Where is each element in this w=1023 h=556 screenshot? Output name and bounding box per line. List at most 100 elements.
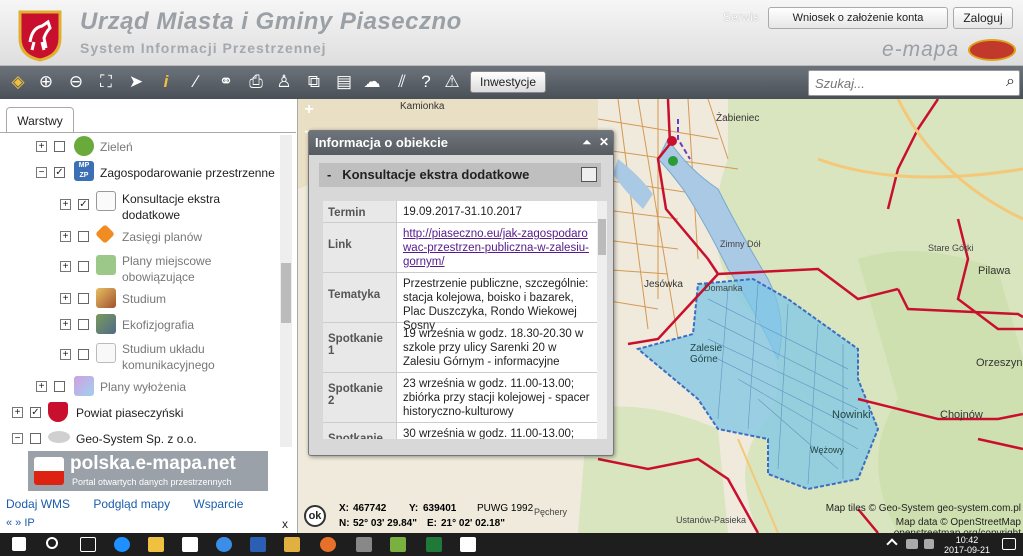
start-icon[interactable] — [12, 537, 26, 551]
layer-checkbox[interactable]: ✓ — [78, 199, 89, 210]
close-panel-icon[interactable]: x — [282, 517, 288, 531]
comment-icon[interactable]: ☁ — [360, 70, 384, 94]
ok-button[interactable]: ok — [304, 505, 326, 527]
system-clock[interactable]: 10:42 2017-09-21 — [944, 535, 990, 555]
layers-scrollbar[interactable] — [280, 135, 292, 447]
popup-scrollbar[interactable] — [597, 201, 607, 439]
expand-icon[interactable]: + — [60, 319, 71, 330]
hatching-icon[interactable]: ⫽ — [390, 70, 414, 94]
investments-button[interactable]: Inwestycje — [470, 71, 546, 93]
layer-item[interactable]: + Studium układu komunikacyjnego — [4, 341, 284, 373]
layer-item[interactable]: − Geo-System Sp. z o.o. — [4, 431, 284, 449]
app-icon[interactable] — [390, 537, 406, 552]
expand-icon[interactable]: + — [60, 199, 71, 210]
popup-title[interactable]: Informacja o obiekcie — [309, 131, 613, 155]
add-wms-link[interactable]: Dodaj WMS — [6, 497, 70, 511]
layer-item[interactable]: + Studium — [4, 288, 284, 315]
layer-checkbox[interactable] — [78, 349, 89, 360]
measure-icon[interactable]: ∕ — [184, 70, 208, 94]
task-view-icon[interactable] — [80, 537, 96, 552]
nav-arrows[interactable]: « » IP — [6, 517, 35, 529]
map-label: Domanka — [704, 283, 743, 293]
map-label: Wężowy — [810, 445, 845, 455]
layer-checkbox[interactable] — [78, 293, 89, 304]
layer-item[interactable]: + Ekofizjografia — [4, 314, 284, 341]
app-header: Urząd Miasta i Gminy Piaseczno System In… — [0, 0, 1023, 66]
help-icon[interactable]: ? — [414, 70, 438, 94]
info-icon[interactable]: i — [154, 70, 178, 94]
volume-icon[interactable] — [924, 539, 934, 549]
login-button[interactable]: Zaloguj — [953, 7, 1013, 29]
serwis-link[interactable]: Serwis — [723, 10, 759, 24]
expand-icon[interactable]: + — [36, 381, 47, 392]
search-icon[interactable] — [46, 537, 58, 549]
layout-icon[interactable]: ▤ — [332, 70, 356, 94]
layer-checkbox[interactable] — [78, 319, 89, 330]
excel-icon[interactable] — [426, 537, 442, 552]
firefox-icon[interactable] — [320, 537, 336, 552]
layer-item[interactable]: + Zasięgi planów — [4, 224, 284, 253]
collapse-icon[interactable]: − — [12, 433, 23, 444]
support-link[interactable]: Wsparcie — [193, 497, 243, 511]
word-icon[interactable] — [250, 537, 266, 552]
search-input[interactable] — [815, 74, 995, 92]
close-icon[interactable]: ✕ — [599, 135, 609, 149]
map-preview-link[interactable]: Podgląd mapy — [93, 497, 170, 511]
layer-checkbox[interactable] — [78, 231, 89, 242]
warning-icon[interactable]: ⚠ — [440, 70, 464, 94]
portal-banner[interactable]: polska.e-mapa.net Portal otwartych danyc… — [28, 451, 268, 491]
table-row: Spotkanie 30 września w godz. 11.00-13.0… — [323, 423, 597, 439]
layer-checkbox[interactable] — [78, 261, 89, 272]
study-icon — [96, 288, 116, 308]
layer-item[interactable]: + Plany wyłożenia — [4, 376, 284, 403]
print-icon[interactable]: ⎙ — [244, 70, 268, 94]
tab-layers[interactable]: Warstwy — [6, 107, 74, 133]
tray-chevron-icon[interactable] — [886, 538, 898, 550]
layer-checkbox[interactable] — [30, 433, 41, 444]
edge-icon[interactable] — [114, 537, 130, 552]
minimize-icon[interactable]: ⏶ — [582, 135, 592, 149]
consultation-link[interactable]: http://piaseczno.eu/jak-zagospodarowac-p… — [403, 223, 593, 273]
layer-item[interactable]: + ✓ Powiat piaseczyński — [4, 402, 284, 429]
expand-icon[interactable]: + — [60, 293, 71, 304]
file-explorer-icon[interactable] — [148, 537, 164, 552]
store-icon[interactable] — [182, 537, 198, 552]
popup-section-header[interactable]: - Konsultacje ekstra dodatkowe — [319, 163, 601, 187]
expand-icon[interactable]: + — [60, 261, 71, 272]
full-extent-icon[interactable]: ⛶ — [94, 70, 118, 94]
app-icon[interactable] — [356, 537, 372, 552]
zoom-out-icon[interactable]: ⊖ — [64, 70, 88, 94]
layer-item[interactable]: + ✓ Konsultacje ekstra dodatkowe — [4, 191, 284, 223]
battery-icon[interactable] — [906, 539, 918, 549]
layer-checkbox[interactable] — [54, 141, 65, 152]
layer-checkbox[interactable]: ✓ — [54, 167, 65, 178]
expand-icon[interactable]: + — [36, 141, 47, 152]
collapse-icon[interactable]: − — [36, 167, 47, 178]
document-icon — [96, 191, 116, 211]
folder-icon[interactable] — [284, 537, 300, 552]
compare-icon[interactable]: ⧉ — [302, 70, 326, 94]
link-icon[interactable]: ⚭ — [214, 70, 238, 94]
ie-icon[interactable] — [216, 537, 232, 552]
zoom-in-icon[interactable]: ⊕ — [34, 70, 58, 94]
layers-icon[interactable]: ◈ — [6, 70, 30, 94]
select-pointer-icon[interactable]: ➤ — [124, 70, 148, 94]
layer-item[interactable]: + Zieleń — [4, 136, 284, 163]
expand-icon[interactable]: + — [12, 407, 23, 418]
layer-item[interactable]: − ✓ MP ZP Zagospodarowanie przestrzenne — [4, 161, 284, 189]
collapse-icon[interactable]: - — [327, 167, 331, 182]
search-icon[interactable]: ⌕ — [1006, 73, 1015, 91]
mail-icon[interactable] — [460, 537, 476, 552]
search-box: ⌕ — [808, 70, 1020, 96]
account-request-button[interactable]: Wniosek o założenie konta — [768, 7, 948, 29]
layer-checkbox[interactable] — [54, 381, 65, 392]
layer-item[interactable]: + Plany miejscowe obowiązujące — [4, 253, 284, 285]
zoom-in-button[interactable]: + — [302, 102, 316, 118]
expand-icon[interactable]: + — [60, 231, 71, 242]
layer-checkbox[interactable]: ✓ — [30, 407, 41, 418]
notifications-icon[interactable] — [1002, 538, 1016, 550]
expand-icon[interactable]: + — [60, 349, 71, 360]
brand-logo: e-mapa — [882, 38, 960, 61]
print-icon[interactable] — [581, 167, 597, 182]
street-view-icon[interactable]: ♙ — [272, 70, 296, 94]
